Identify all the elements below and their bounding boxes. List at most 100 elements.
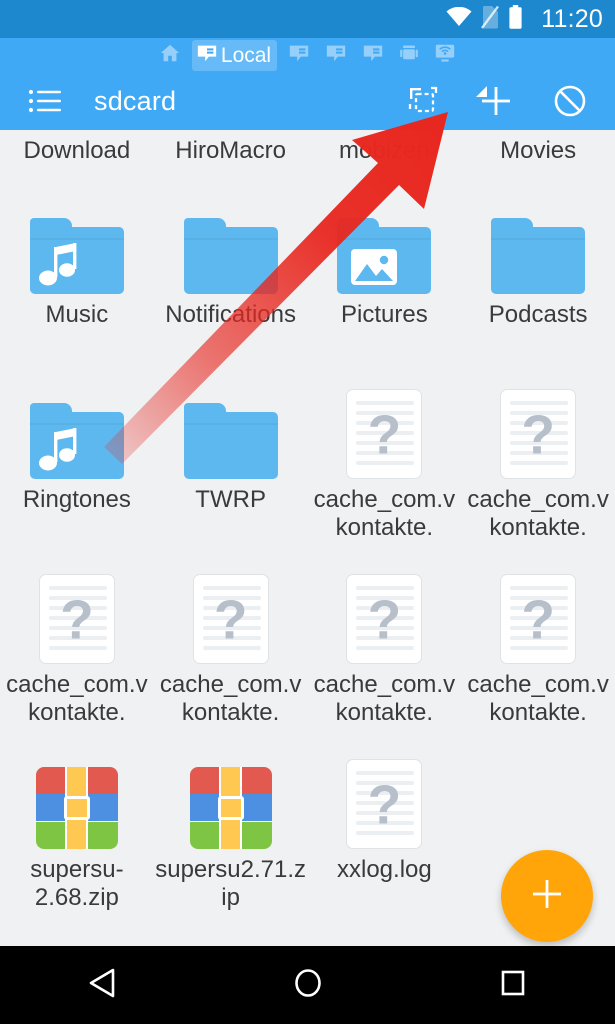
unknown-file-icon: ? bbox=[500, 573, 577, 664]
grid-item[interactable]: ? cache_com.vkontakte. bbox=[308, 562, 462, 747]
grid-item-label: Podcasts bbox=[488, 300, 588, 328]
folder-icon bbox=[29, 217, 124, 294]
grid-item[interactable]: Download bbox=[0, 130, 154, 165]
status-icons: 11:20 bbox=[446, 4, 603, 34]
folder-icon bbox=[491, 217, 586, 294]
grid-item[interactable]: Pictures bbox=[308, 192, 462, 377]
home-circle-icon bbox=[293, 967, 323, 1004]
question-mark-icon: ? bbox=[213, 588, 248, 651]
grid-item-label: xxlog.log bbox=[337, 855, 432, 883]
grid-item-thumb: ? bbox=[183, 568, 279, 664]
grid-item-label: cache_com.vkontakte. bbox=[313, 670, 456, 726]
grid-item[interactable]: ? cache_com.vkontakte. bbox=[461, 377, 615, 562]
grid-item-label: Ringtones bbox=[22, 485, 131, 513]
android-nav-bar bbox=[0, 946, 615, 1024]
file-grid-clipped-row: Download HiroMacro mobizen Movies bbox=[0, 130, 615, 165]
grid-item-label: supersu-2.68.zip bbox=[30, 855, 124, 911]
nav-home-button[interactable] bbox=[248, 946, 368, 1024]
grid-item[interactable]: ? xxlog.log bbox=[308, 747, 462, 932]
grid-item-label: cache_com.vkontakte. bbox=[313, 485, 456, 541]
grid-item-thumb bbox=[490, 198, 586, 294]
phone-screen: 11:20 Local sdcard Download HiroMacro mo… bbox=[0, 0, 615, 1024]
grid-item[interactable]: ? cache_com.vkontakte. bbox=[308, 377, 462, 562]
grid-item[interactable]: ? cache_com.vkontakte. bbox=[154, 562, 308, 747]
grid-item-label: cache_com.vkontakte. bbox=[6, 670, 148, 726]
home-icon bbox=[159, 42, 181, 69]
grid-item[interactable]: Music bbox=[0, 192, 154, 377]
storage-tab-4[interactable] bbox=[358, 40, 388, 71]
storage-tab-strip: Local bbox=[0, 38, 615, 72]
grid-item-label: Download bbox=[23, 137, 131, 164]
android-tab[interactable] bbox=[395, 40, 423, 71]
file-grid-area[interactable]: Download HiroMacro mobizen Movies Music … bbox=[0, 130, 615, 945]
file-grid: Music Notifications Pictures Podcasts Ri… bbox=[0, 192, 615, 932]
grid-item[interactable]: supersu-2.68.zip bbox=[0, 747, 154, 932]
local-tab-label: Local bbox=[220, 43, 272, 67]
grid-item[interactable]: ? cache_com.vkontakte. bbox=[0, 562, 154, 747]
select-all-button[interactable] bbox=[407, 85, 439, 117]
grid-item-thumb: ? bbox=[29, 568, 125, 664]
network-share-icon bbox=[434, 42, 456, 69]
grid-item-thumb bbox=[29, 753, 125, 849]
grid-item[interactable]: Ringtones bbox=[0, 377, 154, 562]
grid-item[interactable]: HiroMacro bbox=[154, 130, 308, 165]
unknown-file-icon: ? bbox=[38, 573, 115, 664]
grid-item[interactable]: TWRP bbox=[154, 377, 308, 562]
grid-item-thumb bbox=[183, 198, 279, 294]
grid-item-label: mobizen bbox=[339, 137, 430, 164]
grid-item[interactable]: Movies bbox=[461, 130, 615, 165]
grid-item-label: Pictures bbox=[341, 300, 428, 328]
current-path-label[interactable]: sdcard bbox=[94, 87, 176, 115]
grid-item-thumb bbox=[29, 383, 125, 479]
battery-icon bbox=[508, 4, 523, 34]
wifi-icon bbox=[446, 6, 472, 32]
folder-icon bbox=[337, 217, 432, 294]
unknown-file-icon: ? bbox=[346, 573, 423, 664]
list-menu-icon[interactable] bbox=[28, 87, 62, 115]
music-note-icon bbox=[38, 427, 82, 483]
android-robot-icon bbox=[399, 42, 419, 69]
grid-item-label: TWRP bbox=[195, 485, 266, 513]
grid-item-thumb bbox=[29, 198, 125, 294]
sdcard-icon bbox=[288, 42, 310, 69]
grid-item[interactable]: Podcasts bbox=[461, 192, 615, 377]
question-mark-icon: ? bbox=[367, 403, 402, 466]
unknown-file-icon: ? bbox=[346, 388, 423, 479]
add-fab[interactable] bbox=[501, 850, 593, 942]
block-button[interactable] bbox=[553, 84, 587, 118]
grid-item[interactable]: Notifications bbox=[154, 192, 308, 377]
nav-back-button[interactable] bbox=[43, 946, 163, 1024]
folder-icon bbox=[29, 402, 124, 479]
grid-item-thumb bbox=[183, 383, 279, 479]
home-tab[interactable] bbox=[155, 40, 185, 71]
grid-item[interactable]: ? cache_com.vkontakte. bbox=[461, 562, 615, 747]
grid-item-thumb bbox=[336, 198, 432, 294]
unknown-file-icon: ? bbox=[346, 758, 423, 849]
question-mark-icon: ? bbox=[60, 588, 94, 651]
grid-item-thumb bbox=[183, 753, 279, 849]
grid-item[interactable]: mobizen bbox=[308, 130, 462, 165]
grid-item[interactable]: supersu2.71.zip bbox=[154, 747, 308, 932]
nav-recents-button[interactable] bbox=[453, 946, 573, 1024]
grid-item-label: cache_com.vkontakte. bbox=[159, 670, 302, 726]
grid-item-thumb: ? bbox=[490, 383, 586, 479]
local-tab[interactable]: Local bbox=[191, 39, 278, 71]
storage-tab-3[interactable] bbox=[321, 40, 351, 71]
sdcard-icon bbox=[196, 42, 218, 69]
back-triangle-icon bbox=[88, 967, 118, 1004]
grid-item-thumb: ? bbox=[490, 568, 586, 664]
grid-item-label: cache_com.vkontakte. bbox=[467, 485, 609, 541]
grid-item-label: supersu2.71.zip bbox=[155, 855, 306, 911]
storage-tab-2[interactable] bbox=[284, 40, 314, 71]
question-mark-icon: ? bbox=[521, 403, 555, 466]
grid-item-thumb: ? bbox=[336, 568, 432, 664]
recents-square-icon bbox=[499, 968, 527, 1003]
grid-item-label: Music bbox=[45, 300, 109, 328]
sdcard-icon bbox=[362, 42, 384, 69]
archive-icon bbox=[189, 766, 272, 849]
resize-caret-icon[interactable] bbox=[476, 86, 488, 97]
network-tab[interactable] bbox=[430, 40, 460, 71]
sdcard-icon bbox=[325, 42, 347, 69]
status-bar: 11:20 bbox=[0, 0, 615, 38]
status-time: 11:20 bbox=[541, 4, 603, 33]
